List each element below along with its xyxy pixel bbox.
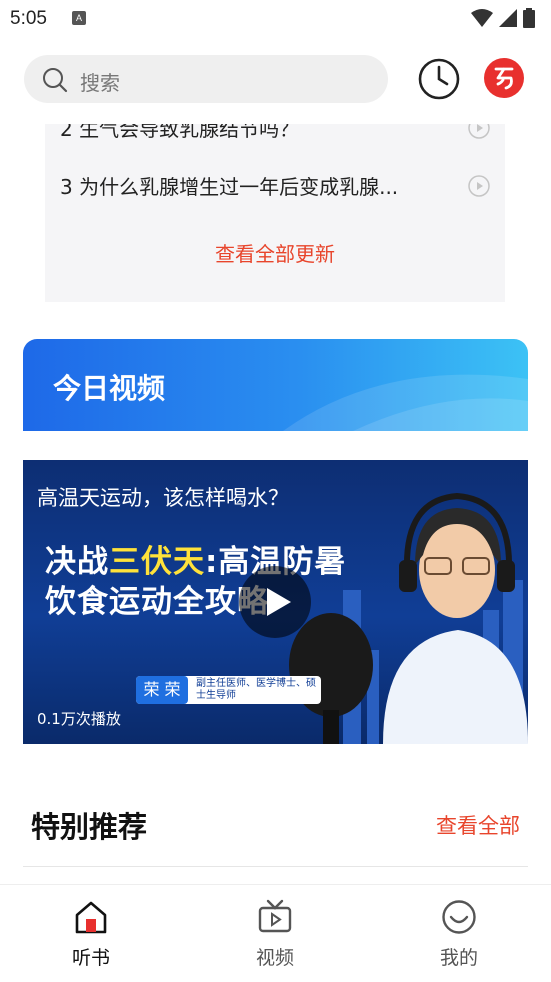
notification-icon: A — [72, 11, 86, 25]
doctor-tag: 荣 荣 副主任医师、医学博士、硕士生导师 — [136, 676, 321, 704]
nav-label: 我的 — [439, 947, 478, 969]
nav-item-profile[interactable]: 我的 — [399, 885, 519, 975]
section-title: 特别推荐 — [31, 810, 148, 844]
today-video-banner: 今日视频 — [23, 339, 528, 431]
status-bar: 5:05 A — [0, 0, 551, 38]
doctor-name: 荣 荣 — [136, 676, 188, 704]
poster-highlight: 三伏天 — [109, 544, 205, 580]
brand-logo-icon[interactable] — [484, 58, 524, 98]
video-card[interactable]: 高温天运动，该怎样喝水？ 决战三伏天:高温防暑 饮食运动全攻略 荣 荣 副主任医… — [23, 460, 528, 744]
history-clock-icon[interactable] — [416, 56, 462, 102]
play-icon — [267, 588, 291, 616]
smiley-icon — [442, 900, 476, 934]
header: 搜索 — [0, 38, 551, 124]
update-list: 2 生气会导致乳腺结节吗？ 3 为什么乳腺增生过一年后变成乳腺... 查看全部更… — [45, 95, 505, 302]
play-button[interactable] — [239, 566, 311, 638]
search-input[interactable]: 搜索 — [24, 55, 388, 103]
poster-text: 决战 — [45, 544, 109, 580]
nav-label: 听书 — [71, 947, 110, 969]
nav-item-video[interactable]: 视频 — [215, 885, 335, 975]
status-indicators — [470, 8, 535, 32]
wifi-icon — [470, 9, 493, 27]
section-title: 今日视频 — [53, 372, 166, 405]
search-placeholder: 搜索 — [80, 71, 120, 95]
bottom-nav: 听书 视频 我的 — [0, 884, 551, 982]
signal-icon — [498, 9, 517, 27]
video-title: 高温天运动，该怎样喝水？ — [37, 486, 289, 510]
nav-label: 视频 — [255, 947, 294, 969]
update-item-label: 3 为什么乳腺增生过一年后变成乳腺... — [60, 175, 399, 199]
divider — [23, 866, 528, 867]
home-icon — [75, 901, 107, 934]
poster-headline-2: 饮食运动全攻略 — [45, 584, 269, 620]
view-all-link[interactable]: 查看全部 — [436, 810, 520, 840]
battery-icon — [523, 8, 535, 28]
list-item[interactable]: 3 为什么乳腺增生过一年后变成乳腺... — [60, 171, 490, 201]
search-icon — [43, 68, 68, 93]
view-all-updates-link[interactable]: 查看全部更新 — [45, 238, 505, 267]
play-circle-icon[interactable] — [468, 175, 490, 197]
brand-mark-icon — [494, 67, 514, 90]
status-time: 5:05 — [10, 8, 47, 29]
doctor-description: 副主任医师、医学博士、硕士生导师 — [196, 678, 316, 701]
nav-item-listen[interactable]: 听书 — [31, 885, 151, 975]
play-count: 0.1万次播放 — [37, 710, 121, 728]
tv-icon — [258, 899, 292, 933]
